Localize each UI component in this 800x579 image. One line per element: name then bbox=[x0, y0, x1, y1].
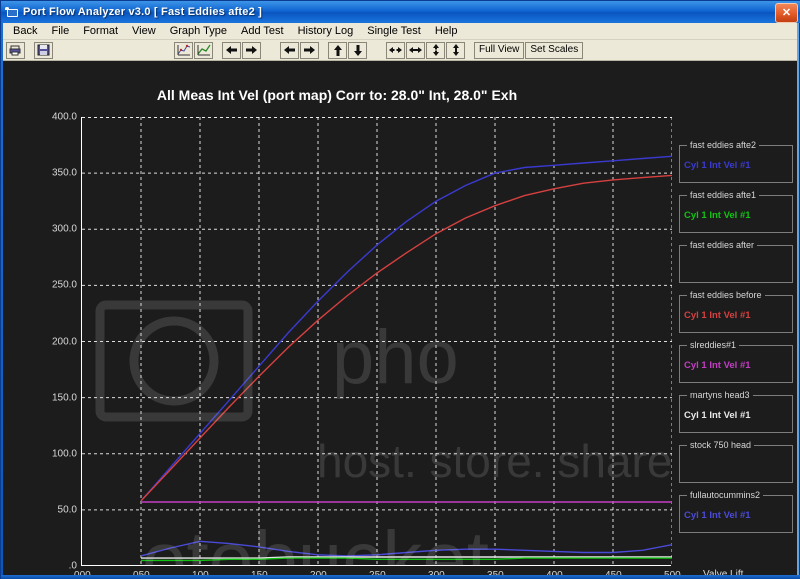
toolbar-gap-4 bbox=[144, 42, 174, 59]
legend-entry[interactable]: fast eddies afte2 Cyl 1 Int Vel #1 bbox=[679, 140, 793, 183]
y-tick-label: 100.0 bbox=[51, 448, 77, 460]
y-axis-labels: .0 50.0 100.0 150.0 200.0 250.0 300.0 350.0 400.… bbox=[3, 112, 77, 572]
toolbar: Full View Set Scales bbox=[3, 40, 797, 61]
toolbar-separator-1 bbox=[26, 42, 34, 59]
legend-entry[interactable]: martyns head3 Cyl 1 Int Vel #1 bbox=[679, 390, 793, 433]
arrow-right-icon[interactable] bbox=[242, 41, 261, 59]
app-window-icon bbox=[5, 5, 19, 19]
y-tick-label: 200.0 bbox=[51, 336, 77, 347]
toolbar-separator-4 bbox=[320, 42, 328, 59]
menu-item-format[interactable]: Format bbox=[76, 24, 125, 38]
y-tick-label: 400.0 bbox=[51, 111, 77, 123]
menu-item-history-log[interactable]: History Log bbox=[291, 24, 361, 38]
collapse-horizontal-icon[interactable] bbox=[386, 41, 405, 59]
legend-entry[interactable]: slreddies#1 Cyl 1 Int Vel #1 bbox=[679, 340, 793, 383]
toolbar-separator-5 bbox=[368, 42, 386, 59]
window-bottom-edge bbox=[1, 575, 800, 579]
legend-entry-title: slreddies#1 bbox=[687, 340, 740, 350]
window-title: Port Flow Analyzer v3.0 [ Fast Eddies af… bbox=[23, 6, 263, 18]
legend-entry[interactable]: fast eddies afte1 Cyl 1 Int Vel #1 bbox=[679, 190, 793, 233]
graph-points-icon[interactable] bbox=[174, 41, 193, 59]
menu-item-help[interactable]: Help bbox=[428, 24, 465, 38]
toolbar-gap-1 bbox=[54, 42, 84, 59]
pan-left-arrow-icon[interactable] bbox=[280, 41, 299, 59]
arrow-down-icon[interactable] bbox=[348, 41, 367, 59]
collapse-vertical-icon[interactable] bbox=[426, 41, 445, 59]
close-icon[interactable]: ✕ bbox=[775, 3, 798, 23]
legend-entry-title: martyns head3 bbox=[687, 390, 753, 400]
menu-bar: Back File Format View Graph Type Add Tes… bbox=[3, 23, 797, 40]
y-tick-label: 250.0 bbox=[51, 279, 77, 291]
menu-item-file[interactable]: File bbox=[44, 24, 76, 38]
legend-entry-title: fullautocummins2 bbox=[687, 490, 764, 500]
save-disk-icon[interactable] bbox=[34, 41, 53, 59]
printer-icon[interactable] bbox=[6, 41, 25, 59]
plot-area[interactable]: pho host. store. share. otobucket bbox=[81, 117, 672, 566]
legend-entry-series: Cyl 1 Int Vel #1 bbox=[684, 160, 751, 171]
menu-item-graph-type[interactable]: Graph Type bbox=[163, 24, 234, 38]
toolbar-separator-6 bbox=[466, 42, 474, 59]
y-tick-label: 300.0 bbox=[51, 223, 77, 235]
legend-entry-title: fast eddies afte2 bbox=[687, 140, 760, 150]
expand-horizontal-icon[interactable] bbox=[406, 41, 425, 59]
legend-entry[interactable]: fast eddies before Cyl 1 Int Vel #1 bbox=[679, 290, 793, 333]
legend-entry-title: fast eddies after bbox=[687, 240, 758, 250]
toolbar-separator-2 bbox=[214, 42, 222, 59]
chart-panel: All Meas Int Vel (port map) Corr to: 28.… bbox=[3, 61, 797, 575]
legend-entry-series: Cyl 1 Int Vel #1 bbox=[684, 410, 751, 421]
full-view-button[interactable]: Full View bbox=[474, 41, 525, 59]
client-area: Back File Format View Graph Type Add Tes… bbox=[3, 23, 797, 575]
toolbar-gap-3 bbox=[114, 42, 144, 59]
menu-item-single-test[interactable]: Single Test bbox=[360, 24, 428, 38]
arrow-up-icon[interactable] bbox=[328, 41, 347, 59]
title-bar: Port Flow Analyzer v3.0 [ Fast Eddies af… bbox=[1, 1, 800, 23]
legend-entry-series: Cyl 1 Int Vel #1 bbox=[684, 360, 751, 371]
legend-entry-title: fast eddies before bbox=[687, 290, 765, 300]
legend-entry-series: Cyl 1 Int Vel #1 bbox=[684, 310, 751, 321]
pan-right-arrow-icon[interactable] bbox=[300, 41, 319, 59]
toolbar-gap-2 bbox=[84, 42, 114, 59]
y-tick-label: 50.0 bbox=[57, 504, 77, 516]
legend-entry-title: stock 750 head bbox=[687, 440, 755, 450]
legend-entry-series: Cyl 1 Int Vel #1 bbox=[684, 210, 751, 221]
graph-line-icon[interactable] bbox=[194, 41, 213, 59]
toolbar-separator-3 bbox=[262, 42, 280, 59]
y-tick-label: 150.0 bbox=[51, 392, 77, 404]
set-scales-button[interactable]: Set Scales bbox=[525, 41, 584, 59]
y-tick-label: 350.0 bbox=[51, 167, 77, 179]
legend-entry[interactable]: fullautocummins2 Cyl 1 Int Vel #1 bbox=[679, 490, 793, 533]
app-window: Port Flow Analyzer v3.0 [ Fast Eddies af… bbox=[0, 0, 800, 579]
menu-item-add-test[interactable]: Add Test bbox=[234, 24, 291, 38]
legend-entry[interactable]: fast eddies after bbox=[679, 240, 793, 283]
legend-entry[interactable]: stock 750 head bbox=[679, 440, 793, 483]
legend-entry-title: fast eddies afte1 bbox=[687, 190, 760, 200]
legend-panel: fast eddies afte2 Cyl 1 Int Vel #1 fast ed… bbox=[679, 65, 797, 575]
expand-vertical-icon[interactable] bbox=[446, 41, 465, 59]
plot-svg bbox=[82, 117, 672, 566]
menu-item-view[interactable]: View bbox=[125, 24, 163, 38]
chart-title: All Meas Int Vel (port map) Corr to: 28.… bbox=[156, 87, 518, 103]
plot-wrapper: pho host. store. share. otobucket bbox=[81, 117, 672, 575]
arrow-left-icon[interactable] bbox=[222, 41, 241, 59]
legend-entry-series: Cyl 1 Int Vel #1 bbox=[684, 510, 751, 521]
menu-item-back[interactable]: Back bbox=[6, 24, 44, 38]
